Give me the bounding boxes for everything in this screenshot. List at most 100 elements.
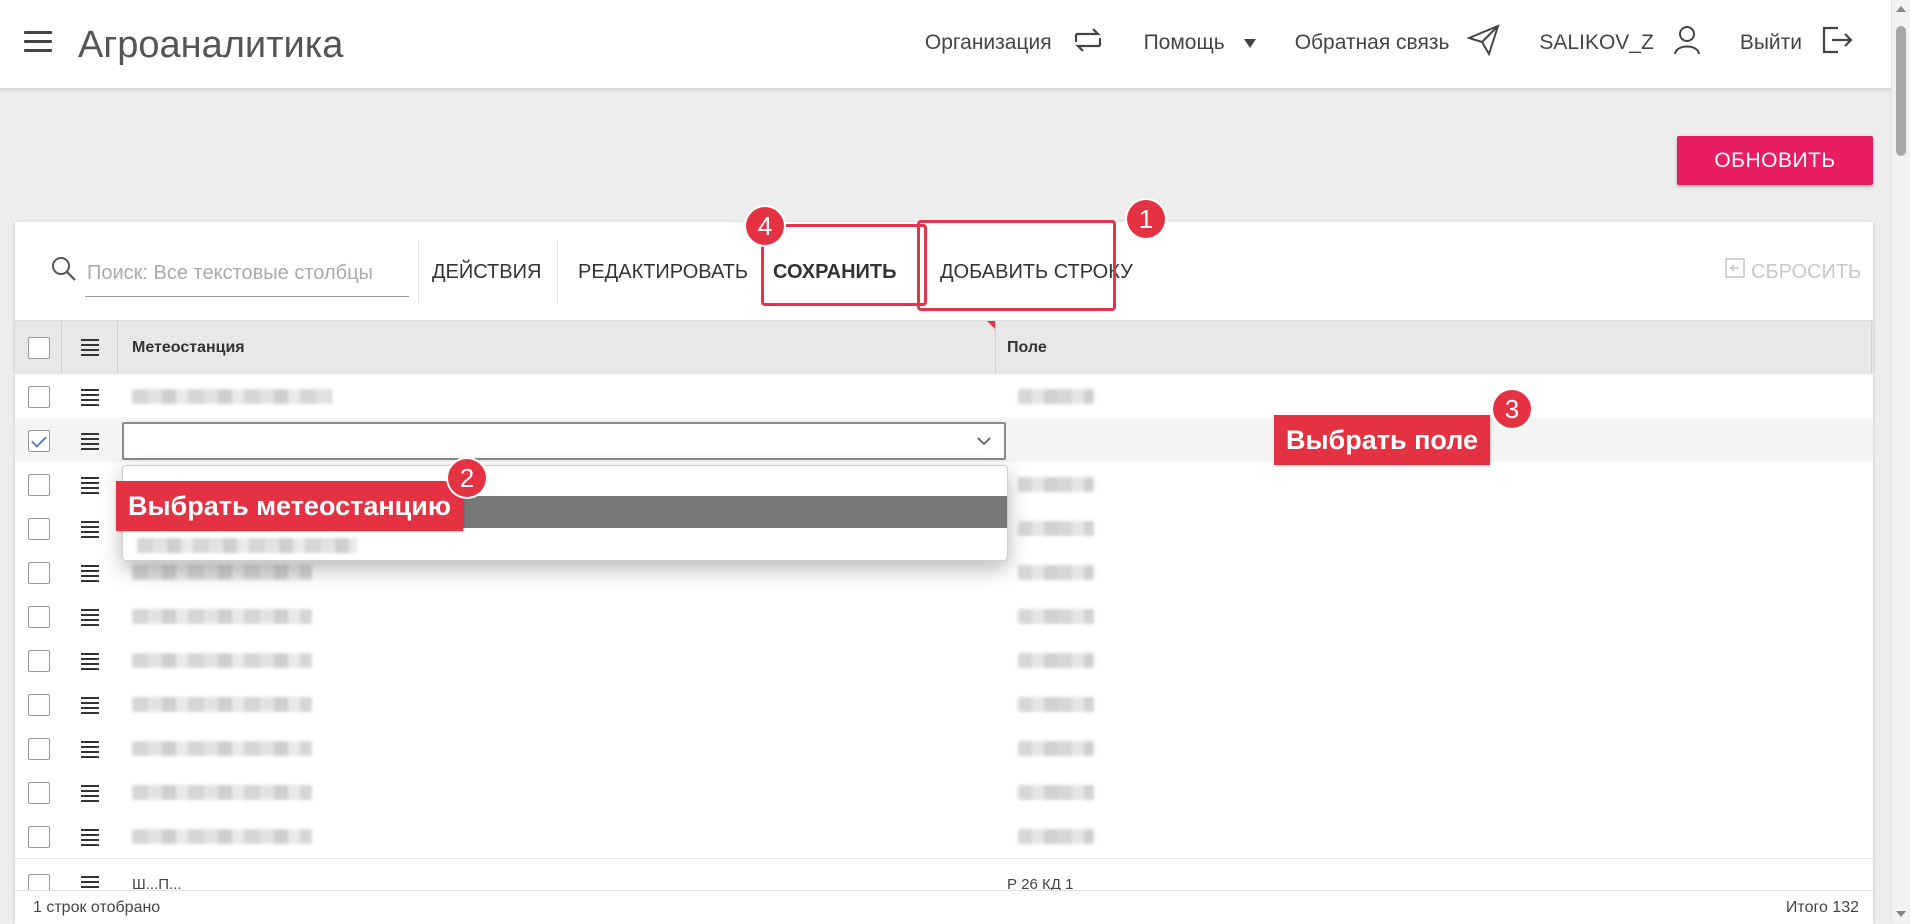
- field-cell: [1018, 653, 1094, 668]
- logout-icon: [1820, 24, 1854, 62]
- edited-marker-icon: [987, 321, 995, 329]
- row-menu-icon[interactable]: [81, 876, 99, 890]
- feedback-label: Обратная связь: [1294, 31, 1450, 54]
- row-menu-icon[interactable]: [81, 609, 99, 629]
- toolbar-divider: [557, 240, 558, 304]
- toolbar-divider: [418, 240, 419, 304]
- step-1-badge: 1: [1127, 200, 1165, 238]
- station-select[interactable]: [122, 422, 1006, 460]
- field-cell: [1018, 389, 1094, 404]
- row-checkbox[interactable]: [28, 430, 50, 452]
- feedback-button[interactable]: Обратная связь: [1295, 24, 1502, 62]
- dropdown-option[interactable]: [137, 538, 357, 553]
- column-divider: [995, 321, 996, 375]
- row-checkbox[interactable]: [28, 606, 50, 628]
- station-cell: [132, 609, 312, 624]
- user-profile[interactable]: SALIKOV_Z: [1539, 24, 1701, 62]
- logout-label: Выйти: [1739, 31, 1802, 54]
- step-3-badge: 3: [1493, 390, 1531, 428]
- row-checkbox[interactable]: [28, 650, 50, 672]
- grid-toolbar: ДЕЙСТВИЯ РЕДАКТИРОВАТЬ СОХРАНИТЬ ДОБАВИТ…: [15, 200, 1873, 320]
- callout-select-station: Выбрать метеостанцию: [116, 481, 463, 531]
- organization-button[interactable]: Организация: [925, 24, 1106, 62]
- row-checkbox[interactable]: [28, 782, 50, 804]
- save-highlight-box: [761, 224, 927, 306]
- table-row[interactable]: [15, 770, 1873, 815]
- help-label: Помощь: [1143, 31, 1225, 54]
- reset-label: СБРОСИТЬ: [1751, 261, 1862, 283]
- column-header-station[interactable]: Метеостанция: [132, 339, 245, 357]
- row-checkbox[interactable]: [28, 826, 50, 848]
- username: SALIKOV_Z: [1539, 31, 1654, 54]
- field-cell: [1018, 785, 1094, 800]
- field-cell: [1018, 521, 1094, 536]
- scrollbar-thumb[interactable]: [1896, 26, 1906, 156]
- row-menu-icon[interactable]: [81, 521, 99, 541]
- row-menu-icon[interactable]: [81, 477, 99, 497]
- table-row[interactable]: [15, 638, 1873, 683]
- row-menu-header-icon[interactable]: [81, 339, 99, 359]
- table-row[interactable]: [15, 374, 1873, 419]
- help-menu[interactable]: Помощь: [1144, 31, 1257, 55]
- grid-card: ДЕЙСТВИЯ РЕДАКТИРОВАТЬ СОХРАНИТЬ ДОБАВИТ…: [15, 200, 1873, 924]
- field-cell: [1018, 829, 1094, 844]
- top-app-bar: Агроаналитика Организация Помощь Обратна…: [0, 0, 1892, 89]
- reset-icon: [1725, 252, 1745, 292]
- menu-icon[interactable]: [24, 31, 52, 53]
- caret-down-icon: [1243, 31, 1257, 55]
- search-input[interactable]: [85, 250, 409, 297]
- table-row[interactable]: [15, 594, 1873, 639]
- switch-organization-icon: [1070, 24, 1106, 62]
- row-menu-icon[interactable]: [81, 829, 99, 849]
- search-box: [35, 250, 413, 297]
- field-cell: Р 26 КД 1: [1007, 876, 1074, 890]
- step-2-badge: 2: [448, 459, 486, 497]
- row-menu-icon[interactable]: [81, 565, 99, 585]
- send-icon: [1466, 24, 1501, 62]
- table-row[interactable]: Ш...П... Р 26 КД 1: [15, 862, 1873, 890]
- add-row-highlight-box: [917, 220, 1116, 311]
- row-menu-icon[interactable]: [81, 433, 99, 453]
- app-title: Агроаналитика: [78, 24, 344, 66]
- select-all-checkbox[interactable]: [28, 337, 50, 359]
- scroll-up-icon[interactable]: [1896, 6, 1906, 12]
- row-menu-icon[interactable]: [81, 785, 99, 805]
- organization-label: Организация: [924, 31, 1052, 54]
- table-row[interactable]: [15, 682, 1873, 727]
- field-cell: [1018, 697, 1094, 712]
- row-checkbox[interactable]: [28, 386, 50, 408]
- logout-button[interactable]: Выйти: [1740, 24, 1854, 62]
- column-divider: [61, 321, 62, 375]
- row-menu-icon[interactable]: [81, 389, 99, 409]
- actions-button[interactable]: ДЕЙСТВИЯ: [432, 252, 541, 292]
- table-row[interactable]: [15, 814, 1873, 859]
- station-cell: [132, 829, 312, 844]
- row-menu-icon[interactable]: [81, 653, 99, 673]
- station-cell: [132, 653, 312, 668]
- top-nav: Организация Помощь Обратная связь SALIKO…: [887, 24, 1854, 62]
- page-scrollbar[interactable]: [1891, 0, 1910, 923]
- row-checkbox[interactable]: [28, 518, 50, 540]
- grid-header: Метеостанция Поле: [15, 320, 1873, 376]
- user-icon: [1672, 24, 1702, 62]
- row-checkbox[interactable]: [28, 694, 50, 716]
- station-cell: [132, 697, 312, 712]
- station-cell: [132, 389, 332, 404]
- column-divider: [117, 321, 118, 375]
- grid-footer: 1 строк отобрано Итого 132: [15, 890, 1873, 924]
- edit-button[interactable]: РЕДАКТИРОВАТЬ: [578, 252, 748, 292]
- scroll-down-icon[interactable]: [1896, 911, 1906, 917]
- reset-button[interactable]: СБРОСИТЬ: [1725, 252, 1861, 292]
- table-row[interactable]: [15, 726, 1873, 771]
- step-4-badge: 4: [746, 207, 784, 245]
- row-checkbox[interactable]: [28, 474, 50, 496]
- row-menu-icon[interactable]: [81, 741, 99, 761]
- column-header-field[interactable]: Поле: [1007, 339, 1047, 357]
- row-checkbox[interactable]: [28, 562, 50, 584]
- row-menu-icon[interactable]: [81, 697, 99, 717]
- row-checkbox[interactable]: [28, 874, 50, 890]
- station-cell: [132, 785, 312, 800]
- row-checkbox[interactable]: [28, 738, 50, 760]
- refresh-button[interactable]: ОБНОВИТЬ: [1677, 136, 1873, 185]
- total-count: Итого 132: [1785, 899, 1859, 916]
